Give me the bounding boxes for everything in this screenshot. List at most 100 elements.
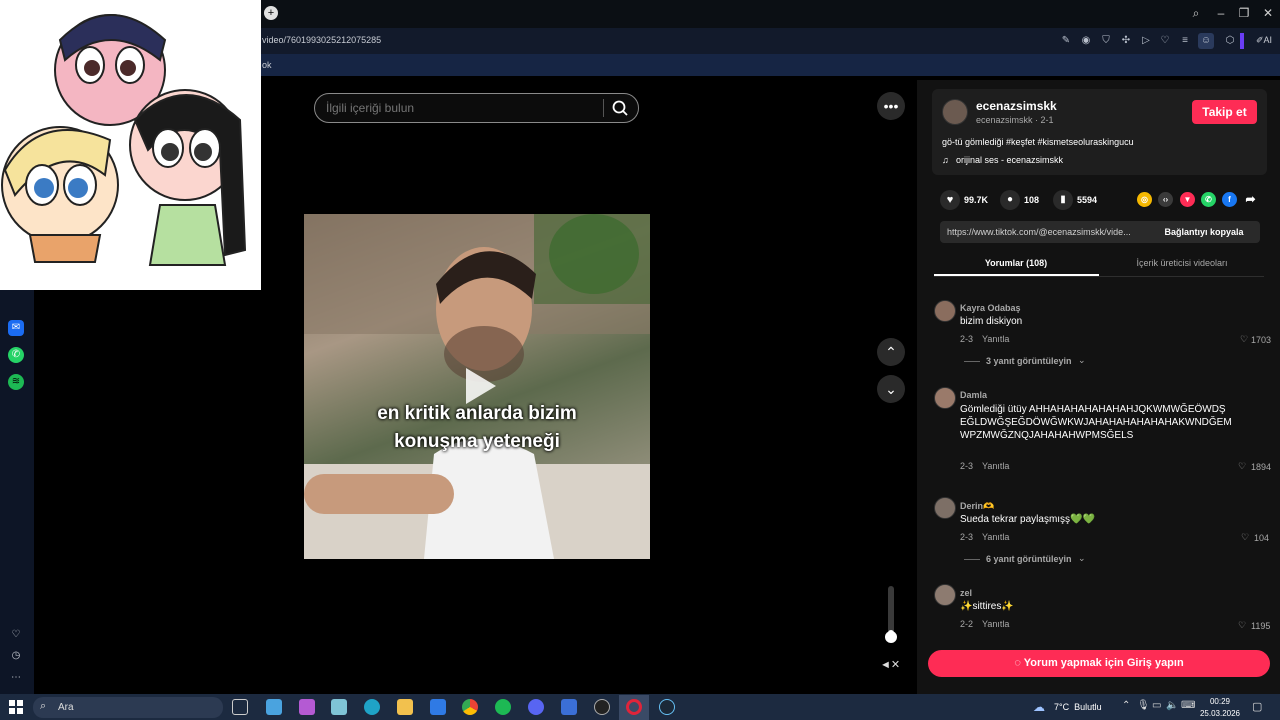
microphone-icon[interactable]: 🎙 bbox=[1137, 700, 1150, 711]
photos-app-icon[interactable] bbox=[266, 699, 282, 715]
comment-bubble-icon: ● bbox=[1006, 194, 1014, 205]
author-handle-date: ecenazsimskk · 2-1 bbox=[976, 115, 1054, 125]
volume-slider[interactable] bbox=[885, 586, 897, 643]
clock-time[interactable]: 00:29 bbox=[1198, 697, 1242, 706]
video-link-text[interactable]: https://www.tiktok.com/@ecenazsimskk/vid… bbox=[947, 227, 1152, 237]
comment-username[interactable]: Derin🫶 bbox=[960, 501, 994, 512]
embed-icon[interactable]: ‹› bbox=[1158, 192, 1173, 207]
author-avatar[interactable] bbox=[942, 99, 968, 125]
steam-icon[interactable] bbox=[659, 699, 675, 715]
ai-button[interactable]: ✐AI bbox=[1256, 35, 1272, 46]
notes-app-icon[interactable] bbox=[331, 699, 347, 715]
chrome-icon[interactable] bbox=[462, 699, 478, 715]
comment-username[interactable]: zel bbox=[960, 588, 972, 598]
author-name[interactable]: ecenazsimskk bbox=[976, 99, 1057, 113]
send-share-icon[interactable]: ▼ bbox=[1180, 192, 1195, 207]
comment-like-icon[interactable]: ♡ bbox=[1238, 461, 1246, 472]
notification-icon[interactable]: ▢ bbox=[1252, 700, 1262, 713]
keyboard-icon[interactable]: ⌨ bbox=[1181, 700, 1195, 711]
follow-button[interactable]: Takip et bbox=[1192, 100, 1257, 124]
comment-avatar[interactable] bbox=[934, 584, 956, 606]
login-label: Yorum yapmak için Giriş yapın bbox=[1023, 657, 1184, 669]
address-url[interactable]: video/7601993025212075285 bbox=[262, 35, 381, 45]
messenger-icon[interactable]: ✉ bbox=[8, 320, 24, 336]
like-button[interactable]: ♥ bbox=[940, 190, 960, 210]
heart-icon[interactable]: ♡ bbox=[1157, 33, 1173, 49]
cube-icon[interactable]: ⬡ bbox=[1222, 33, 1238, 49]
comment-date: 2-3 bbox=[960, 334, 974, 344]
menu-list-icon[interactable]: ≡ bbox=[1177, 33, 1193, 49]
spotify-taskbar-icon[interactable] bbox=[495, 699, 511, 715]
app-icon[interactable] bbox=[561, 699, 577, 715]
comment-text: ✨sittires✨ bbox=[960, 601, 1014, 612]
windows-start-icon[interactable] bbox=[9, 700, 23, 714]
new-tab-button[interactable]: + bbox=[264, 6, 278, 20]
comment-avatar[interactable] bbox=[934, 300, 956, 322]
volume-slider-thumb[interactable] bbox=[885, 631, 897, 643]
more-icon[interactable]: ⋯ bbox=[8, 670, 24, 686]
bookmark-item[interactable]: ok bbox=[262, 60, 272, 70]
clock-date[interactable]: 25.03.2026 bbox=[1198, 709, 1242, 718]
edit-icon[interactable]: ✎ bbox=[1058, 33, 1074, 49]
store-icon[interactable] bbox=[430, 699, 446, 715]
comment-username[interactable]: Damla bbox=[960, 390, 987, 400]
history-icon[interactable]: ◷ bbox=[8, 648, 24, 664]
browser-search-icon[interactable]: ⌕ bbox=[1188, 6, 1204, 21]
comment-like-icon[interactable]: ♡ bbox=[1241, 532, 1249, 543]
reply-button[interactable]: Yanıtla bbox=[982, 619, 1009, 629]
file-explorer-icon[interactable] bbox=[397, 699, 413, 715]
comment-icon: ◌ bbox=[1014, 657, 1024, 669]
facebook-share-icon[interactable]: f bbox=[1222, 192, 1237, 207]
comment-avatar[interactable] bbox=[934, 497, 956, 519]
shield-icon[interactable]: ⛉ bbox=[1098, 33, 1114, 49]
profile-icon[interactable]: ☺ bbox=[1198, 33, 1214, 49]
comment-like-icon[interactable]: ♡ bbox=[1240, 334, 1248, 345]
minimize-button[interactable]: – bbox=[1213, 6, 1229, 20]
copilot-icon[interactable] bbox=[299, 699, 315, 715]
login-to-comment-button[interactable]: ◌ Yorum yapmak için Giriş yapın bbox=[928, 650, 1270, 677]
camera-icon[interactable]: ◉ bbox=[1078, 33, 1094, 49]
more-options-button[interactable]: ••• bbox=[877, 92, 905, 120]
close-window-button[interactable]: ✕ bbox=[1260, 6, 1276, 20]
cartoon-sticker-image bbox=[0, 0, 261, 290]
comment-button[interactable]: ● bbox=[1000, 190, 1020, 210]
copy-link-button[interactable]: Bağlantıyı kopyala bbox=[1156, 227, 1252, 237]
comment-username[interactable]: Kayra Odabaş bbox=[960, 303, 1021, 313]
forward-share-icon[interactable]: ➦ bbox=[1243, 192, 1258, 207]
tab-comments[interactable]: Yorumlar (108) bbox=[934, 258, 1098, 268]
previous-video-button[interactable]: ⌃ bbox=[877, 338, 905, 366]
restore-button[interactable]: ❐ bbox=[1236, 6, 1252, 20]
play-icon[interactable]: ▷ bbox=[1138, 33, 1154, 49]
extension-icon[interactable]: ✣ bbox=[1118, 33, 1134, 49]
play-button-icon[interactable] bbox=[460, 366, 500, 406]
edge-browser-icon[interactable] bbox=[364, 699, 380, 715]
view-replies-button[interactable]: 6 yanıt görüntüleyin bbox=[986, 554, 1072, 564]
sidebar-heart-icon[interactable]: ♡ bbox=[8, 627, 24, 643]
next-video-button[interactable]: ⌄ bbox=[877, 375, 905, 403]
reply-button[interactable]: Yanıtla bbox=[982, 334, 1009, 344]
reply-button[interactable]: Yanıtla bbox=[982, 532, 1009, 542]
whatsapp-share-icon[interactable]: ✆ bbox=[1201, 192, 1216, 207]
comment-avatar[interactable] bbox=[934, 387, 956, 409]
discord-icon[interactable] bbox=[528, 699, 544, 715]
comment-date: 2-3 bbox=[960, 532, 974, 542]
mute-icon[interactable]: ◄✕ bbox=[880, 658, 900, 671]
sound-name[interactable]: orijinal ses - ecenazsimskk bbox=[956, 155, 1063, 165]
weather-text[interactable]: 7°C Bulutlu bbox=[1054, 702, 1102, 712]
search-input[interactable] bbox=[326, 100, 596, 116]
whatsapp-icon[interactable]: ✆ bbox=[8, 347, 24, 363]
task-view-icon[interactable] bbox=[232, 699, 248, 715]
tray-chevron-icon[interactable]: ⌃ bbox=[1122, 700, 1130, 711]
replies-divider-line bbox=[964, 361, 980, 362]
search-icon[interactable] bbox=[610, 98, 630, 118]
comment-like-icon[interactable]: ♡ bbox=[1238, 620, 1246, 631]
tab-creator-videos[interactable]: İçerik üreticisi videoları bbox=[1100, 258, 1264, 268]
view-replies-button[interactable]: 3 yanıt görüntüleyin bbox=[986, 356, 1072, 366]
reply-button[interactable]: Yanıtla bbox=[982, 461, 1009, 471]
save-button[interactable]: ▮ bbox=[1053, 190, 1073, 210]
volume-icon[interactable]: 🔈 bbox=[1166, 700, 1178, 711]
coin-share-icon[interactable]: ◎ bbox=[1137, 192, 1152, 207]
network-icon[interactable]: ▭ bbox=[1152, 700, 1161, 711]
spotify-icon[interactable]: ≋ bbox=[8, 374, 24, 390]
obs-icon[interactable] bbox=[594, 699, 610, 715]
